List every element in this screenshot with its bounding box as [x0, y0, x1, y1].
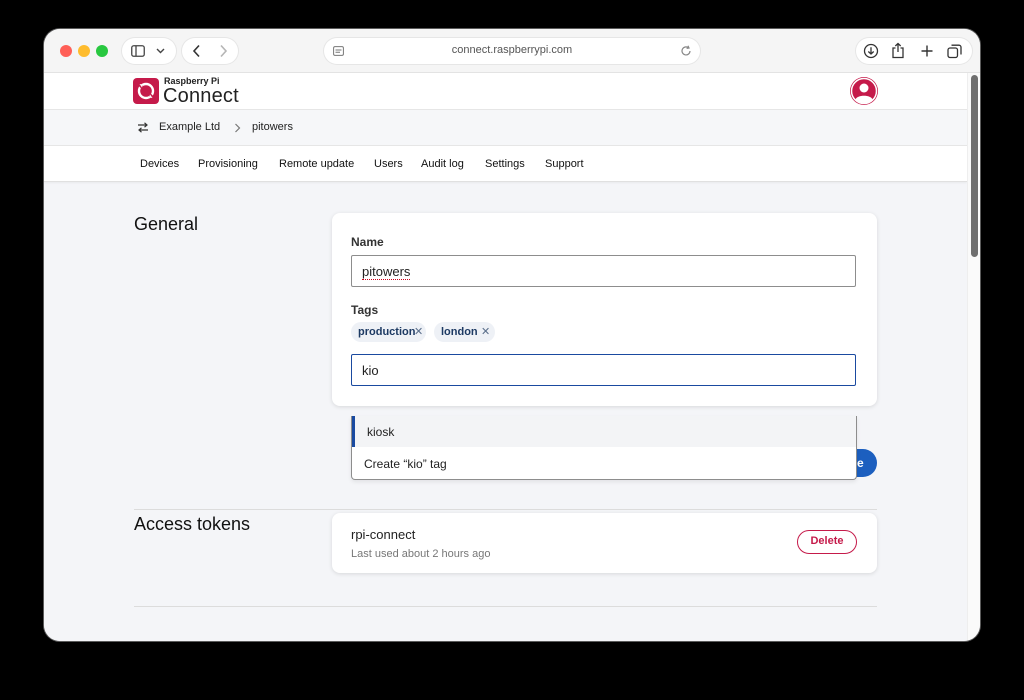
- address-bar[interactable]: connect.raspberrypi.com: [324, 38, 700, 64]
- browser-window: connect.raspberrypi.com Raspberry Pi Con…: [44, 29, 980, 641]
- chevron-right-icon[interactable]: [218, 44, 228, 58]
- name-input-value: pitowers: [362, 264, 411, 280]
- connect-logo-icon: [137, 82, 155, 100]
- general-card: Name pitowers Tags production ✕ london ✕…: [332, 213, 877, 406]
- zoom-window-button[interactable]: [96, 45, 108, 57]
- minimize-window-button[interactable]: [78, 45, 90, 57]
- suggestion-label: kiosk: [367, 425, 395, 439]
- device-tabs: Devices Provisioning Remote update Users…: [44, 146, 967, 182]
- plus-icon[interactable]: [920, 44, 934, 58]
- breadcrumb: Example Ltd pitowers: [44, 110, 967, 146]
- tag-chip-production: production ✕: [351, 322, 426, 342]
- chevron-right-icon: [235, 123, 241, 133]
- section-divider: [134, 509, 877, 510]
- token-name: rpi-connect: [351, 527, 416, 542]
- tag-chip-label: production: [358, 326, 416, 338]
- suggestion-kiosk[interactable]: kiosk: [352, 416, 856, 447]
- tab-users[interactable]: Users: [374, 158, 403, 170]
- tag-chip-london: london ✕: [434, 322, 495, 342]
- download-icon[interactable]: [863, 43, 879, 59]
- save-button-label: e: [857, 456, 864, 470]
- raspberry-pi-connect-logo[interactable]: [133, 78, 159, 104]
- tag-chip-label: london: [441, 326, 478, 338]
- sidebar-icon: [131, 45, 145, 57]
- tag-input[interactable]: kio: [351, 354, 856, 386]
- chevron-down-icon: [156, 48, 165, 54]
- name-label: Name: [351, 235, 384, 249]
- access-tokens-section-title: Access tokens: [134, 514, 251, 534]
- tabs-overview-icon[interactable]: [947, 44, 962, 59]
- swap-arrows-icon[interactable]: [137, 122, 149, 133]
- remove-tag-icon[interactable]: ✕: [481, 325, 490, 338]
- tab-remote-update[interactable]: Remote update: [279, 158, 354, 170]
- tab-settings[interactable]: Settings: [485, 158, 525, 170]
- scrollbar-thumb[interactable]: [971, 75, 978, 257]
- section-divider: [134, 606, 877, 607]
- chevron-left-icon[interactable]: [192, 44, 202, 58]
- delete-token-button[interactable]: Delete: [797, 530, 857, 554]
- tab-audit-log[interactable]: Audit log: [421, 158, 464, 170]
- user-avatar-icon: [850, 77, 878, 105]
- breadcrumb-org[interactable]: Example Ltd: [159, 121, 220, 133]
- app-header: Raspberry Pi Connect: [44, 73, 967, 110]
- tag-input-value: kio: [362, 363, 379, 378]
- token-last-used: Last used about 2 hours ago: [351, 548, 491, 560]
- logo-title: Connect: [163, 85, 239, 107]
- share-icon[interactable]: [891, 42, 905, 59]
- tab-provisioning[interactable]: Provisioning: [198, 158, 258, 170]
- remove-tag-icon[interactable]: ✕: [414, 325, 423, 338]
- breadcrumb-device: pitowers: [252, 121, 293, 133]
- browser-toolbar: connect.raspberrypi.com: [44, 29, 980, 73]
- sidebar-toggle-button[interactable]: [122, 38, 176, 64]
- name-input[interactable]: pitowers: [351, 255, 856, 287]
- tag-suggestions-dropdown: kiosk Create “kio” tag: [351, 416, 857, 480]
- url-text: connect.raspberrypi.com: [451, 44, 573, 56]
- close-window-button[interactable]: [60, 45, 72, 57]
- tab-support[interactable]: Support: [545, 158, 584, 170]
- page: Raspberry Pi Connect Example Ltd pitower…: [44, 73, 967, 641]
- user-avatar[interactable]: [850, 77, 878, 105]
- general-section-title: General: [134, 214, 199, 234]
- suggestion-label: Create “kio” tag: [364, 457, 447, 471]
- access-token-card: rpi-connect Last used about 2 hours ago …: [332, 513, 877, 573]
- suggestion-create-tag[interactable]: Create “kio” tag: [352, 448, 856, 479]
- reload-icon[interactable]: [680, 45, 692, 57]
- browser-actions: [856, 38, 972, 64]
- tab-devices[interactable]: Devices: [140, 158, 179, 170]
- tags-label: Tags: [351, 303, 379, 317]
- page-scrollbar[interactable]: [967, 73, 980, 641]
- navigation-buttons: [182, 38, 238, 64]
